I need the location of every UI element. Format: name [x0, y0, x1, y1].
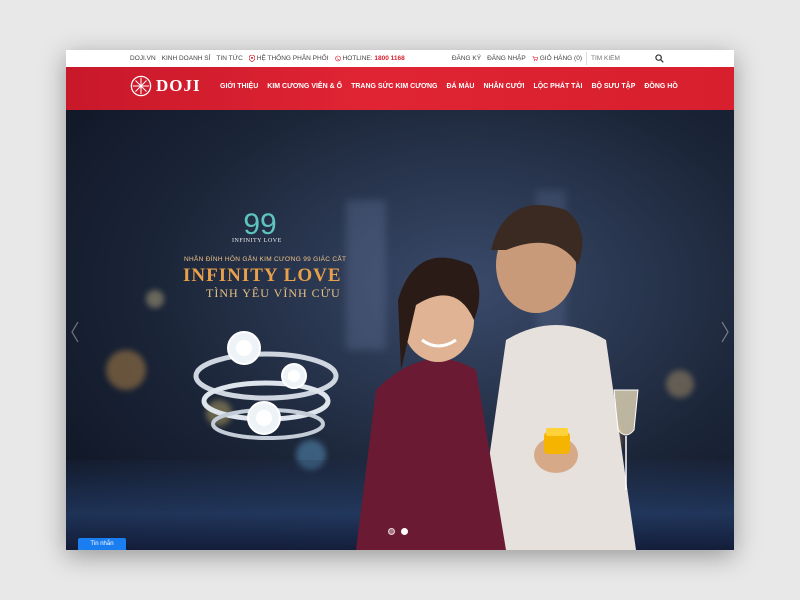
search-input[interactable] [591, 55, 651, 62]
doji-emblem-icon [130, 75, 152, 97]
cart-label: GIỎ HÀNG (0) [539, 55, 582, 63]
location-pin-icon [248, 55, 255, 62]
diamond-rings-image [193, 331, 339, 440]
badge-number: 99 [243, 208, 276, 240]
nav-item-kim-cuong-vien[interactable]: KIM CƯƠNG VIÊN & Ổ [267, 83, 342, 90]
link-dojivn[interactable]: DOJI.VN [130, 55, 156, 62]
browser-viewport: DOJI.VN KINH DOANH SỈ TIN TỨC HỆ THỐNG P… [66, 50, 734, 550]
cart-icon [532, 56, 538, 61]
slider-prev-arrow-icon[interactable] [70, 320, 80, 344]
topbar-left-links: DOJI.VN KINH DOANH SỈ TIN TỨC HỆ THỐNG P… [130, 55, 405, 62]
register-link[interactable]: ĐĂNG KÝ [452, 55, 481, 62]
bokeh-light [666, 370, 694, 398]
slider-dot-2[interactable] [401, 528, 408, 535]
top-utility-bar: DOJI.VN KINH DOANH SỈ TIN TỨC HỆ THỐNG P… [66, 50, 734, 67]
nav-item-trang-suc-kim-cuong[interactable]: TRANG SỨC KIM CƯƠNG [351, 83, 437, 90]
search-box [586, 52, 666, 65]
bokeh-light [146, 290, 164, 308]
login-link[interactable]: ĐĂNG NHẬP [487, 55, 526, 62]
couple-photo [356, 205, 639, 550]
badge-caption: INFINITY LOVE [232, 238, 282, 244]
nav-menu: GIỚI THIỆU KIM CƯƠNG VIÊN & Ổ TRANG SỨC … [220, 83, 678, 90]
slider-dot-1[interactable] [388, 528, 395, 535]
slider-pagination [388, 528, 408, 535]
link-store-locator[interactable]: HỆ THỐNG PHÂN PHỐI [248, 55, 329, 63]
hero-headline: INFINITY LOVE [183, 265, 342, 286]
nav-item-bo-suu-tap[interactable]: BỘ SƯU TẬP [591, 83, 635, 90]
hotline-label: HOTLINE: [342, 55, 373, 63]
hotline[interactable]: HOTLINE: 1800 1168 [334, 55, 405, 63]
main-navigation: DOJI GIỚI THIỆU KIM CƯƠNG VIÊN & Ổ TRANG… [66, 67, 734, 110]
link-tin-tuc[interactable]: TIN TỨC [216, 55, 242, 62]
hero-banner[interactable]: 99 INFINITY LOVE NHẪN ĐÍNH HÔN GẮN KIM C… [66, 110, 734, 550]
hero-tagline: NHẪN ĐÍNH HÔN GẮN KIM CƯƠNG 99 GIÁC CẮT [184, 256, 347, 263]
search-icon[interactable] [655, 54, 664, 63]
nav-item-nhan-cuoi[interactable]: NHẪN CƯỚI [483, 83, 524, 90]
cart-link[interactable]: GIỎ HÀNG (0) [532, 55, 582, 62]
bokeh-light [106, 350, 146, 390]
nav-item-dong-ho[interactable]: ĐỒNG HỒ [644, 83, 677, 90]
slider-next-arrow-icon[interactable] [720, 320, 730, 344]
nav-item-gioi-thieu[interactable]: GIỚI THIỆU [220, 83, 258, 90]
nav-item-da-mau[interactable]: ĐÁ MÀU [446, 83, 474, 90]
store-link-label: HỆ THỐNG PHÂN PHỐI [256, 55, 329, 63]
doji-logo[interactable]: DOJI [130, 75, 201, 97]
nav-item-loc-phat-tai[interactable]: LỘC PHÁT TÀI [533, 83, 582, 90]
hero-subheadline: TÌNH YÊU VĨNH CỬU [206, 286, 341, 300]
topbar-account-links: ĐĂNG KÝ ĐĂNG NHẬP GIỎ HÀNG (0) [452, 55, 582, 62]
hotline-number: 1800 1168 [374, 55, 405, 63]
phone-icon [334, 55, 341, 62]
infinity-99-logo: 99 [243, 208, 276, 240]
chat-button[interactable]: Tin nhắn [78, 538, 126, 550]
link-kinh-doanh-si[interactable]: KINH DOANH SỈ [162, 55, 211, 62]
logo-wordmark: DOJI [156, 76, 201, 95]
